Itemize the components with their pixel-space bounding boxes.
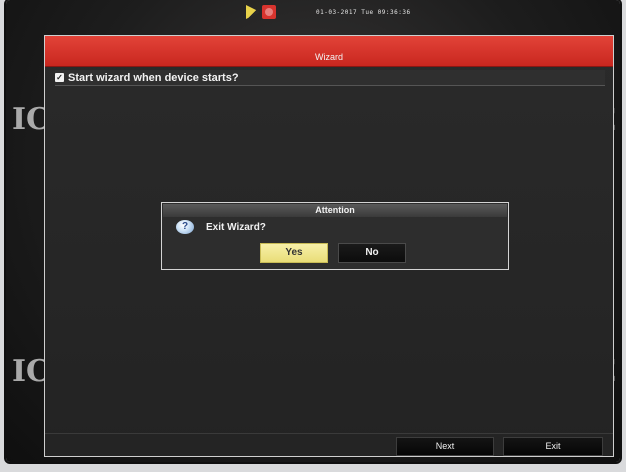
datetime-display: 01-03-2017 Tue 09:36:36 [316, 8, 411, 16]
monitor-screen: 01-03-2017 Tue 09:36:36 IC IC E E Wizard… [6, 0, 620, 462]
wizard-window: Wizard ✓ Start wizard when device starts… [44, 35, 614, 457]
wizard-title: Wizard [314, 52, 343, 62]
attention-dialog: Attention ? Exit Wizard? Yes No [161, 202, 509, 270]
wizard-titlebar: Wizard [45, 36, 613, 67]
dialog-message: Exit Wizard? [206, 221, 266, 233]
start-wizard-checkbox[interactable]: ✓ [55, 73, 64, 82]
start-wizard-label: Start wizard when device starts? [68, 71, 239, 84]
start-wizard-row[interactable]: ✓ Start wizard when device starts? [55, 70, 605, 86]
alarm-status-icon [262, 5, 276, 19]
exit-button[interactable]: Exit [503, 437, 603, 456]
dialog-buttons: Yes No [260, 243, 406, 263]
wizard-footer: Next Exit [45, 433, 613, 456]
next-button[interactable]: Next [396, 437, 494, 456]
question-icon: ? [176, 220, 194, 234]
status-bar: 01-03-2017 Tue 09:36:36 [246, 2, 411, 22]
yes-button[interactable]: Yes [260, 243, 328, 263]
dialog-body: ? Exit Wizard? [176, 220, 266, 234]
no-button[interactable]: No [338, 243, 406, 263]
hdd-status-icon [246, 5, 260, 19]
dialog-title: Attention [163, 204, 507, 217]
status-icons [246, 5, 276, 19]
